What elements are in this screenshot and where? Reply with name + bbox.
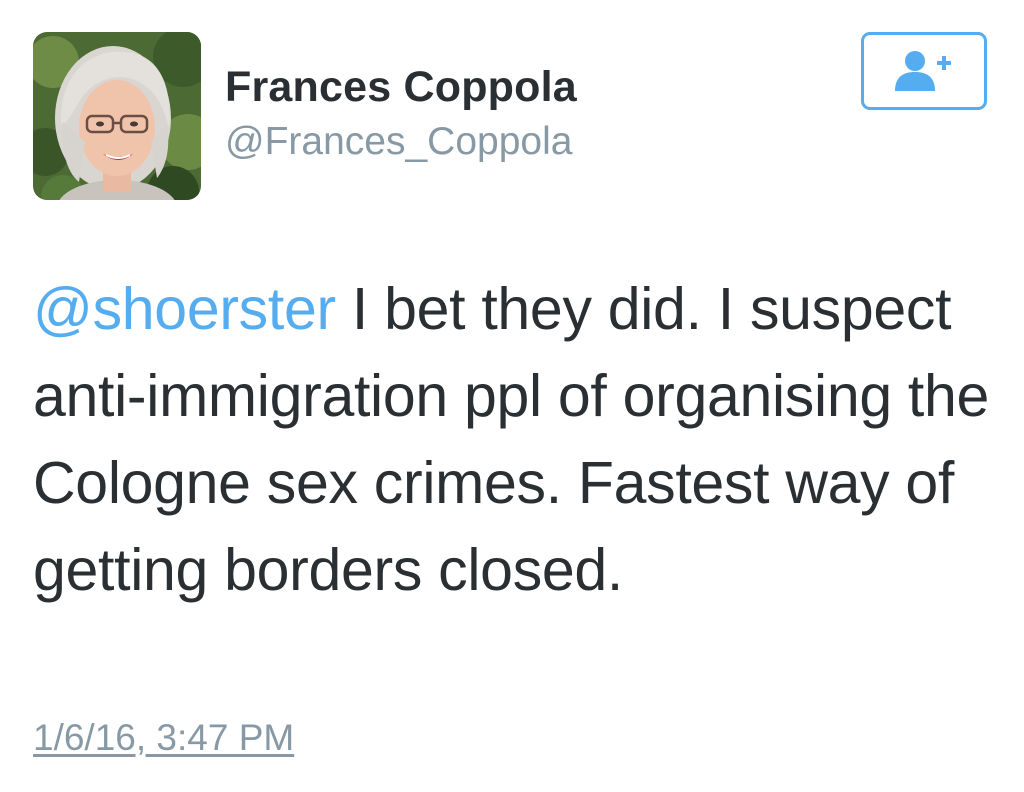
follow-user-plus-icon [895,51,951,91]
avatar[interactable] [33,32,201,200]
user-handle[interactable]: @Frances_Coppola [225,120,572,164]
tweet-card: Frances Coppola @Frances_Coppola @shoers… [0,0,1024,792]
tweet-text: @shoerster I bet they did. I suspect ant… [33,266,993,614]
mention-link[interactable]: @shoerster [33,276,336,342]
profile-photo [33,32,201,200]
display-name[interactable]: Frances Coppola [225,63,577,112]
timestamp[interactable]: 1/6/16, 3:47 PM [33,717,294,759]
follow-button[interactable] [861,32,987,110]
